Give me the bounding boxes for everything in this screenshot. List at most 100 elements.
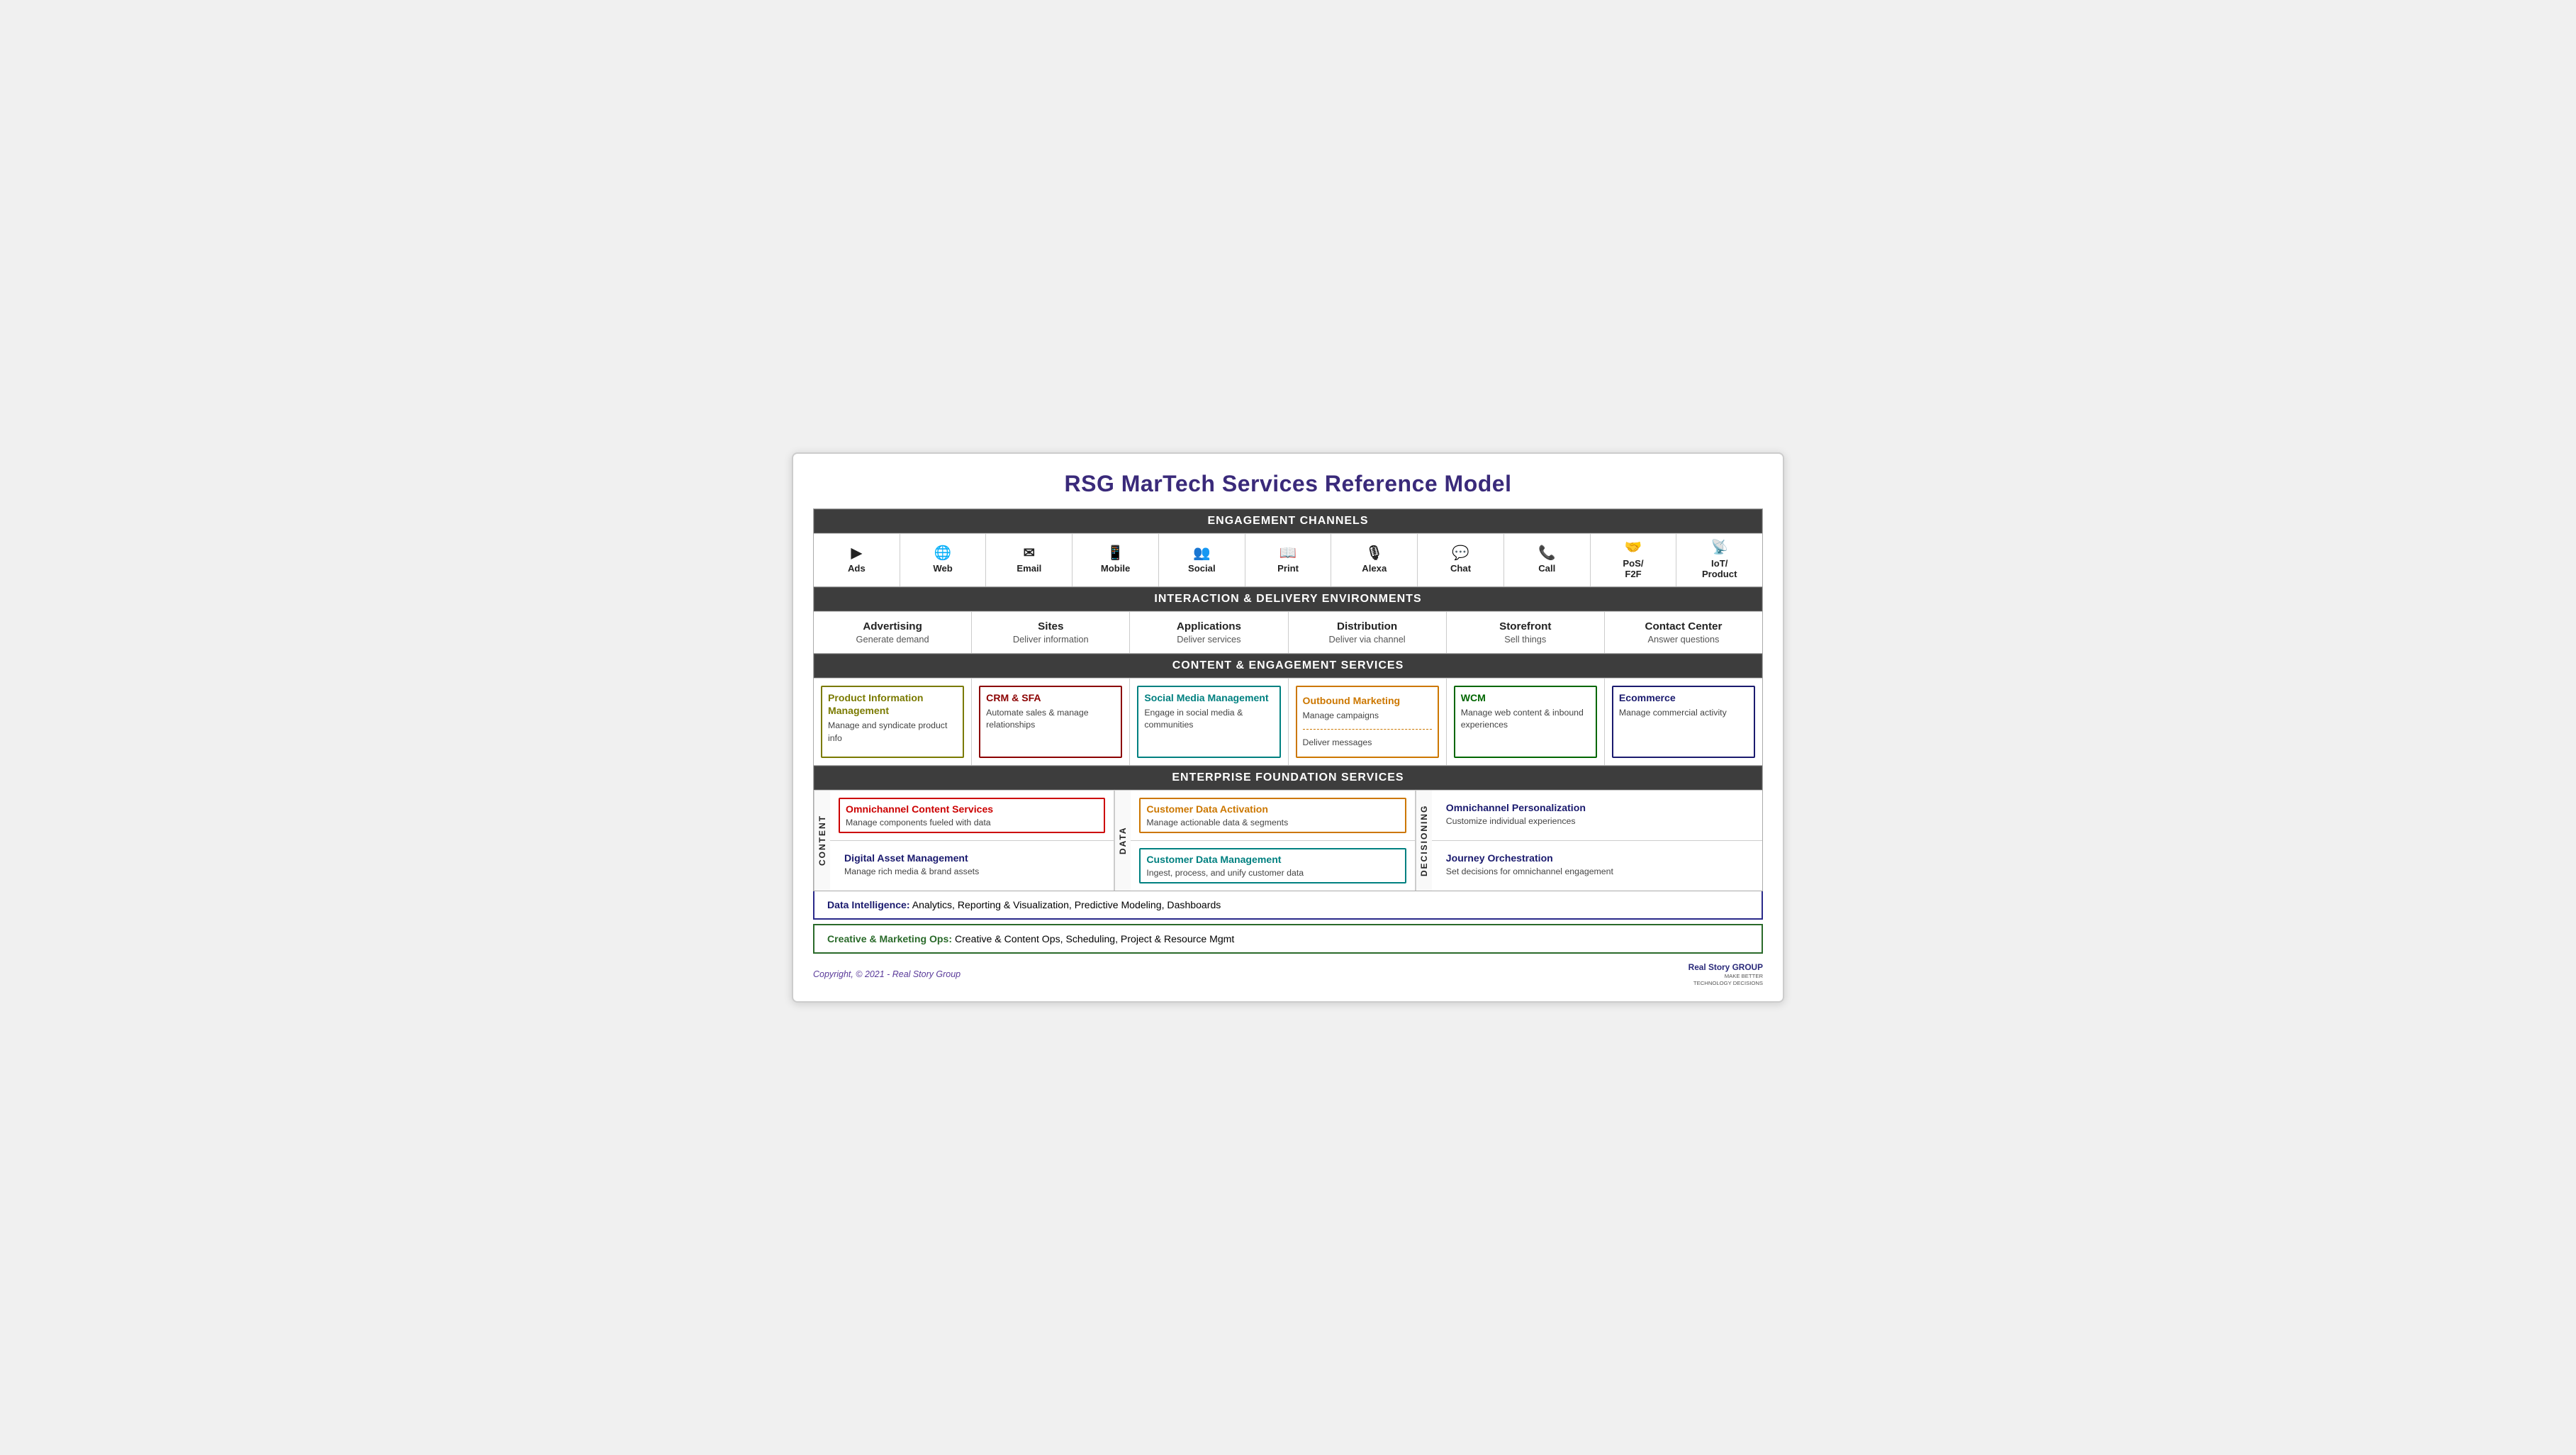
ide-applications: Applications Deliver services bbox=[1130, 612, 1288, 653]
print-icon: 📖 bbox=[1279, 547, 1297, 561]
ces-wcm: WCM Manage web content & inbound experie… bbox=[1447, 679, 1605, 765]
footer-logo: Real Story GROUP MAKE BETTERTECHNOLOGY D… bbox=[1689, 962, 1763, 987]
data-intelligence-block: Data Intelligence: Analytics, Reporting … bbox=[813, 891, 1763, 920]
ces-crm-sub: Automate sales & manage relationships bbox=[986, 707, 1115, 731]
ces-header: CONTENT & ENGAGEMENT SERVICES bbox=[814, 654, 1762, 678]
footer: Copyright, © 2021 - Real Story Group Rea… bbox=[813, 962, 1763, 987]
efs-content-label: CONTENT bbox=[814, 791, 830, 891]
efs-jo-title: Journey Orchestration bbox=[1446, 852, 1748, 864]
ide-block: INTERACTION & DELIVERY ENVIRONMENTS Adve… bbox=[813, 587, 1763, 654]
efs-decisioning-label: DECISIONING bbox=[1416, 791, 1432, 891]
alexa-icon: 🎙 bbox=[1365, 547, 1383, 561]
ide-distribution: Distribution Deliver via channel bbox=[1289, 612, 1447, 653]
channel-web-label: Web bbox=[933, 563, 952, 574]
footer-logo-sub: MAKE BETTERTECHNOLOGY DECISIONS bbox=[1689, 973, 1763, 987]
efs-jo-sub: Set decisions for omnichannel engagement bbox=[1446, 866, 1748, 876]
channel-ads: ▶ Ads bbox=[814, 534, 900, 586]
channel-mobile: 📱 Mobile bbox=[1073, 534, 1159, 586]
cmo-label-rest: Creative & Content Ops, Scheduling, Proj… bbox=[952, 933, 1234, 944]
channel-chat-label: Chat bbox=[1450, 563, 1471, 574]
creative-marketing-block: Creative & Marketing Ops: Creative & Con… bbox=[813, 924, 1763, 954]
efs-ocs-sub: Manage components fueled with data bbox=[846, 818, 1098, 827]
ces-outbound-title: Outbound Marketing bbox=[1303, 694, 1432, 707]
ide-advertising-sub: Generate demand bbox=[819, 634, 965, 645]
ces-social-sub: Engage in social media & communities bbox=[1144, 707, 1273, 731]
channel-chat: 💬 Chat bbox=[1418, 534, 1504, 586]
efs-cdm: Customer Data Management Ingest, process… bbox=[1131, 841, 1414, 891]
ces-outbound: Outbound Marketing Manage campaigns Deli… bbox=[1289, 679, 1447, 765]
ide-header: INTERACTION & DELIVERY ENVIRONMENTS bbox=[814, 587, 1762, 611]
ide-advertising: Advertising Generate demand bbox=[814, 612, 972, 653]
ces-outbound-bottom: Deliver messages bbox=[1303, 734, 1432, 752]
efs-block: ENTERPRISE FOUNDATION SERVICES CONTENT O… bbox=[813, 766, 1763, 891]
main-title: RSG MarTech Services Reference Model bbox=[813, 471, 1763, 497]
efs-content-group: Omnichannel Content Services Manage comp… bbox=[830, 791, 1114, 891]
ces-pim: Product Information Management Manage an… bbox=[814, 679, 972, 765]
channel-iot-label: IoT/ Product bbox=[1702, 558, 1737, 579]
channel-pos-label: PoS/ F2F bbox=[1623, 558, 1643, 579]
channel-social-label: Social bbox=[1188, 563, 1216, 574]
ces-wcm-sub: Manage web content & inbound experiences bbox=[1461, 707, 1590, 731]
ide-applications-title: Applications bbox=[1136, 620, 1282, 632]
efs-op-sub: Customize individual experiences bbox=[1446, 816, 1748, 826]
footer-logo-line2: GROUP bbox=[1732, 962, 1763, 972]
channels-row: ▶ Ads 🌐 Web ✉ Email 📱 Mobile 👥 Social 📖 bbox=[814, 533, 1762, 586]
efs-cdm-sub: Ingest, process, and unify customer data bbox=[1146, 868, 1399, 878]
iot-icon: 📡 bbox=[1710, 541, 1728, 555]
pos-icon: 🤝 bbox=[1625, 541, 1642, 555]
channel-ads-label: Ads bbox=[848, 563, 866, 574]
footer-logo-line1: Real Story bbox=[1689, 962, 1730, 972]
ces-social-title: Social Media Management bbox=[1144, 691, 1273, 704]
ces-pim-title: Product Information Management bbox=[828, 691, 957, 718]
ces-row: Product Information Management Manage an… bbox=[814, 678, 1762, 765]
channel-social: 👥 Social bbox=[1159, 534, 1245, 586]
ces-outbound-sub-top: Manage campaigns bbox=[1303, 710, 1432, 722]
efs-op: Omnichannel Personalization Customize in… bbox=[1432, 791, 1762, 841]
efs-jo: Journey Orchestration Set decisions for … bbox=[1432, 841, 1762, 891]
web-icon: 🌐 bbox=[934, 547, 952, 561]
cmo-label-bold: Creative & Marketing Ops: bbox=[827, 933, 952, 944]
ide-row: Advertising Generate demand Sites Delive… bbox=[814, 611, 1762, 653]
ces-ecommerce: Ecommerce Manage commercial activity bbox=[1605, 679, 1762, 765]
efs-dam: Digital Asset Management Manage rich med… bbox=[830, 841, 1114, 891]
ide-contactcenter-sub: Answer questions bbox=[1611, 634, 1757, 645]
ces-crm: CRM & SFA Automate sales & manage relati… bbox=[972, 679, 1130, 765]
channel-print: 📖 Print bbox=[1245, 534, 1332, 586]
di-label-rest: Analytics, Reporting & Visualization, Pr… bbox=[910, 899, 1221, 910]
channel-mobile-label: Mobile bbox=[1101, 563, 1131, 574]
mobile-icon: 📱 bbox=[1107, 547, 1124, 561]
channel-call-label: Call bbox=[1538, 563, 1555, 574]
diagram-wrapper: RSG MarTech Services Reference Model ENG… bbox=[792, 452, 1784, 1003]
channel-iot: 📡 IoT/ Product bbox=[1676, 534, 1762, 586]
ces-social: Social Media Management Engage in social… bbox=[1130, 679, 1288, 765]
efs-header: ENTERPRISE FOUNDATION SERVICES bbox=[814, 766, 1762, 790]
channel-email: ✉ Email bbox=[986, 534, 1073, 586]
engagement-channels-header: ENGAGEMENT CHANNELS bbox=[814, 509, 1762, 533]
channel-print-label: Print bbox=[1277, 563, 1299, 574]
efs-decisioning-group: Omnichannel Personalization Customize in… bbox=[1432, 791, 1762, 891]
ide-distribution-title: Distribution bbox=[1294, 620, 1440, 632]
ide-storefront-sub: Sell things bbox=[1452, 634, 1598, 645]
ces-outbound-top: Outbound Marketing Manage campaigns bbox=[1303, 691, 1432, 725]
call-icon: 📞 bbox=[1538, 547, 1556, 561]
ces-ecommerce-title: Ecommerce bbox=[1619, 691, 1748, 704]
ide-storefront: Storefront Sell things bbox=[1447, 612, 1605, 653]
channel-email-label: Email bbox=[1017, 563, 1041, 574]
ide-contactcenter: Contact Center Answer questions bbox=[1605, 612, 1762, 653]
ide-advertising-title: Advertising bbox=[819, 620, 965, 632]
ces-block: CONTENT & ENGAGEMENT SERVICES Product In… bbox=[813, 654, 1763, 766]
efs-ocs-title: Omnichannel Content Services bbox=[846, 803, 1098, 815]
efs-op-title: Omnichannel Personalization bbox=[1446, 802, 1748, 813]
chat-icon: 💬 bbox=[1452, 547, 1469, 561]
di-label-bold: Data Intelligence: bbox=[827, 899, 910, 910]
efs-data-group: Customer Data Activation Manage actionab… bbox=[1131, 791, 1415, 891]
ide-sites-title: Sites bbox=[978, 620, 1124, 632]
ces-ecommerce-sub: Manage commercial activity bbox=[1619, 707, 1748, 719]
efs-ocs: Omnichannel Content Services Manage comp… bbox=[830, 791, 1114, 841]
ide-distribution-sub: Deliver via channel bbox=[1294, 634, 1440, 645]
ces-wcm-title: WCM bbox=[1461, 691, 1590, 704]
ide-contactcenter-title: Contact Center bbox=[1611, 620, 1757, 632]
channel-web: 🌐 Web bbox=[900, 534, 987, 586]
footer-copyright: Copyright, © 2021 - Real Story Group bbox=[813, 969, 961, 979]
ces-outbound-sub-bottom: Deliver messages bbox=[1303, 737, 1432, 749]
